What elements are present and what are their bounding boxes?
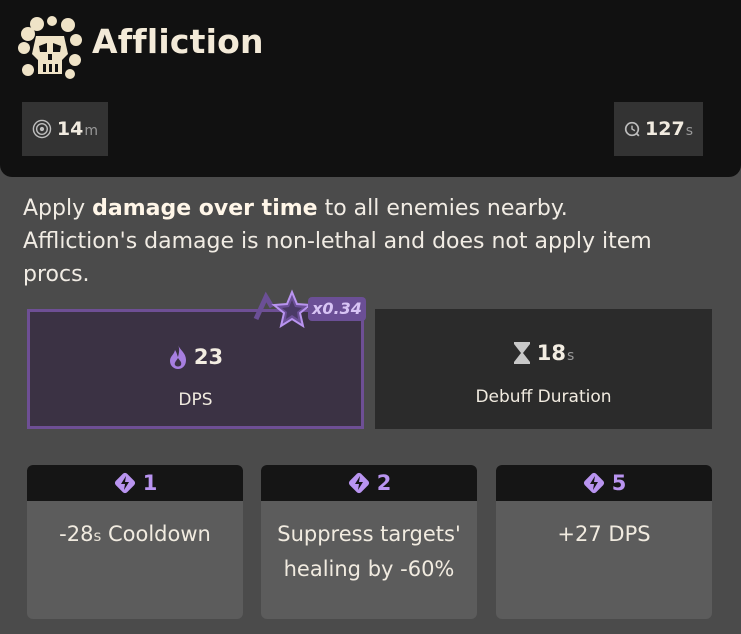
debuff-label: Debuff Duration — [475, 387, 612, 407]
upgrade-level: 5 — [611, 471, 627, 495]
description-highlight: damage over time — [92, 196, 318, 221]
upgrade-header: 2 — [261, 465, 477, 501]
range-value: 14 — [56, 118, 84, 140]
ability-header: Affliction 14 m 127 s — [0, 0, 741, 177]
dps-stat-box: 23 DPS — [27, 309, 364, 429]
spirit-scaling-badge: x0.34 — [252, 289, 370, 329]
upgrade-value: -28 — [59, 522, 94, 546]
upgrade-description: +27 DPS — [557, 522, 651, 546]
debuff-value: 18 — [536, 341, 566, 365]
ability-card: Affliction 14 m 127 s Apply damage over … — [0, 0, 741, 634]
spirit-flame-icon — [169, 345, 186, 369]
spirit-multiplier: x0.34 — [308, 297, 366, 321]
ability-description: Apply damage over time to all enemies ne… — [23, 192, 713, 291]
description-post: to all enemies nearby. — [317, 196, 568, 221]
description-line2: Affliction's damage is non-lethal and do… — [23, 229, 652, 287]
ability-point-icon — [114, 472, 135, 494]
range-stat: 14 m — [22, 102, 108, 156]
cooldown-unit: s — [685, 123, 693, 139]
cooldown-clock-icon — [624, 121, 640, 137]
debuff-unit: s — [566, 347, 575, 364]
dps-value: 23 — [193, 345, 224, 369]
range-target-icon — [32, 119, 52, 139]
description-pre: Apply — [23, 196, 93, 221]
ability-point-icon — [348, 472, 369, 494]
upgrade-tier-2[interactable]: 2 Suppress targets' healing by -60% — [261, 465, 477, 619]
debuff-stat-box: 18 s Debuff Duration — [375, 309, 712, 429]
dps-label: DPS — [178, 390, 213, 410]
upgrade-header: 5 — [496, 465, 712, 501]
upgrade-description: Cooldown — [101, 522, 211, 546]
ability-point-icon — [583, 472, 604, 494]
upgrade-text: -28s Cooldown — [27, 501, 243, 554]
range-unit: m — [84, 123, 98, 139]
upgrade-header: 1 — [27, 465, 243, 501]
hourglass-icon — [513, 342, 530, 364]
upgrade-tier-1[interactable]: 1 -28s Cooldown — [27, 465, 243, 619]
upgrade-level: 2 — [376, 471, 392, 495]
ability-title: Affliction — [92, 22, 264, 61]
upgrade-tier-5[interactable]: 5 +27 DPS — [496, 465, 712, 619]
spirit-star-icon — [253, 289, 312, 329]
affliction-skull-icon — [18, 16, 82, 79]
cooldown-stat: 127 s — [614, 102, 703, 156]
cooldown-value: 127 — [645, 118, 685, 140]
upgrade-description: Suppress targets' healing by -60% — [277, 522, 461, 581]
upgrade-level: 1 — [142, 471, 158, 495]
